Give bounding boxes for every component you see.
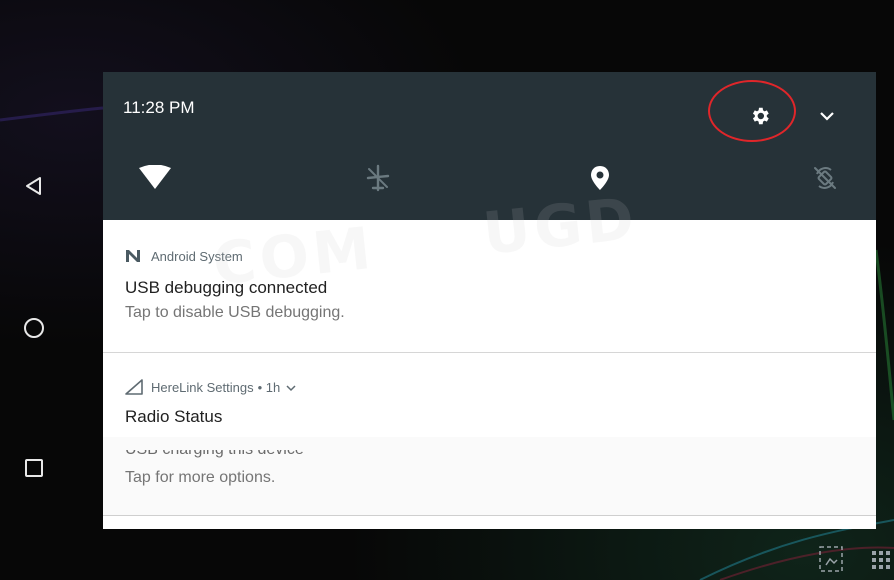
expand-button[interactable] xyxy=(810,96,844,136)
notification-usb-charging[interactable]: USB charging this device Tap for more op… xyxy=(103,437,876,516)
android-system-icon xyxy=(125,248,143,264)
location-tile[interactable] xyxy=(578,158,622,198)
notification-radio-status[interactable]: HereLink Settings • 1h Radio Status xyxy=(103,353,876,437)
chevron-down-icon xyxy=(820,112,834,121)
airplane-mode-tile[interactable] xyxy=(356,158,400,198)
notification-expand-toggle[interactable] xyxy=(286,380,296,395)
recents-button[interactable] xyxy=(14,448,54,488)
airplane-icon xyxy=(366,164,390,192)
notification-header: HereLink Settings • 1h xyxy=(125,379,296,395)
corner-icons xyxy=(818,545,894,575)
notification-partial-title: USB charging this device xyxy=(125,450,304,460)
rotate-off-icon xyxy=(814,167,836,189)
home-button[interactable] xyxy=(14,308,54,348)
screenshot-icon xyxy=(819,546,843,572)
back-button[interactable] xyxy=(14,166,54,206)
notification-time: • 1h xyxy=(257,379,281,395)
notification-shade: 11:28 PM Android System USB debugging co… xyxy=(103,72,876,529)
auto-rotate-tile[interactable] xyxy=(803,158,847,198)
chevron-down-icon xyxy=(286,384,296,391)
notification-title: USB debugging connected xyxy=(125,278,328,297)
home-icon xyxy=(24,318,44,338)
notification-app-name: Android System xyxy=(151,248,243,264)
settings-button[interactable] xyxy=(740,96,780,136)
status-time: 11:28 PM xyxy=(123,98,195,117)
notification-title: Radio Status xyxy=(125,407,223,426)
gear-icon xyxy=(752,107,769,125)
notification-app-name: HereLink Settings xyxy=(151,379,254,395)
location-pin-icon xyxy=(591,166,609,190)
wifi-icon xyxy=(139,165,171,189)
notification-text: Tap for more options. xyxy=(125,469,276,486)
navigation-bar xyxy=(0,0,72,580)
herelink-signal-icon xyxy=(125,379,143,395)
notification-header: Android System xyxy=(125,248,243,264)
recents-icon xyxy=(25,459,43,477)
back-icon xyxy=(26,177,41,195)
notification-text: Tap to disable USB debugging. xyxy=(125,304,345,321)
quick-settings-header: 11:28 PM xyxy=(103,72,876,220)
apps-grid-icon xyxy=(872,551,890,569)
notification-usb-debugging[interactable]: Android System USB debugging connected T… xyxy=(103,220,876,353)
wifi-tile[interactable] xyxy=(133,158,177,198)
